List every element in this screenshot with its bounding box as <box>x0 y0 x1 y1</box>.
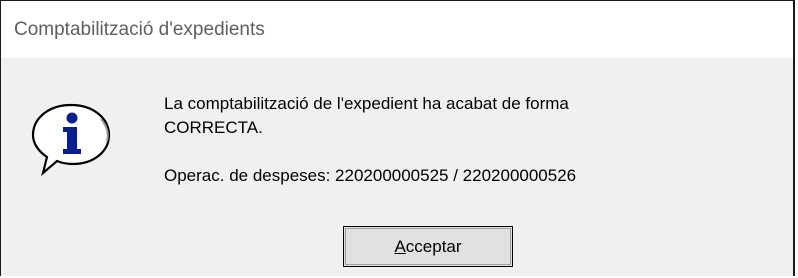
message-line: CORRECTA. <box>164 118 263 137</box>
operations-line: Operac. de despeses: 220200000525 / 2202… <box>164 166 577 185</box>
message-dialog: Comptabilització d'expedients La comptab… <box>0 0 795 276</box>
message-text: La comptabilització de l'expedient ha ac… <box>164 92 724 188</box>
info-dot <box>66 112 78 124</box>
dialog-content: La comptabilització de l'expedient ha ac… <box>1 58 793 276</box>
button-label: cceptar <box>405 236 462 256</box>
message-spacer <box>164 140 724 164</box>
accept-button[interactable]: Acceptar <box>343 226 513 267</box>
title-bar[interactable]: Comptabilització d'expedients <box>1 1 793 58</box>
button-mnemonic: A <box>394 236 406 256</box>
window-title: Comptabilització d'expedients <box>14 19 265 40</box>
info-icon <box>31 103 111 177</box>
message-line: La comptabilització de l'expedient ha ac… <box>164 94 569 113</box>
